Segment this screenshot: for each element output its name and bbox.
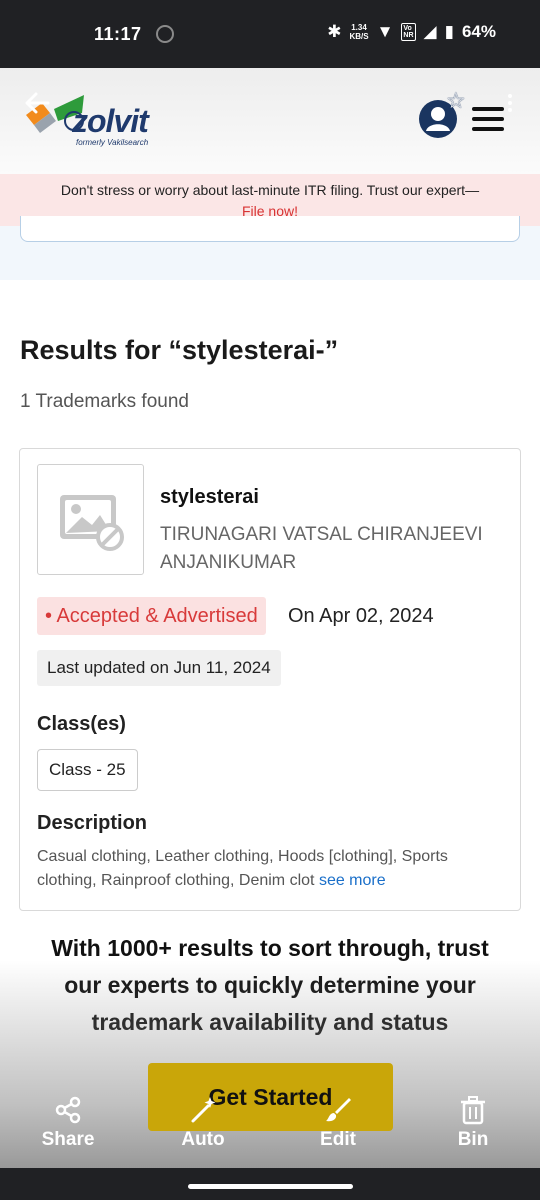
star-icon: ☆ (446, 88, 466, 113)
banner-text: Don't stress or worry about last-minute … (60, 182, 480, 198)
bin-button[interactable]: Bin (433, 1095, 513, 1151)
trademark-name: stylesterai (160, 486, 259, 508)
results-count: 1 Trademarks found (20, 391, 189, 412)
status-badge: • Accepted & Advertised (37, 597, 266, 635)
app-header: zolvit formerly Vakilsearch (0, 68, 540, 174)
trademark-owner: TIRUNAGARI VATSAL CHIRANJEEVI ANJANIKUMA… (160, 524, 483, 573)
network-speed: 1.34 KB/S (349, 23, 369, 41)
share-label: Share (41, 1129, 95, 1150)
volte-icon: Vo NR (401, 23, 416, 41)
screenshot-toolbar: Share Auto Edit Bin (0, 1095, 540, 1167)
share-button[interactable]: Share (28, 1095, 108, 1151)
brush-icon (326, 1098, 351, 1122)
signal-icon: ◢ (423, 22, 437, 41)
logo-text: zolvit (72, 103, 149, 139)
search-box-edge[interactable] (20, 216, 520, 242)
home-gesture-handle[interactable] (188, 1184, 353, 1189)
share-icon (55, 1096, 81, 1124)
logo-subtitle: formerly Vakilsearch (76, 138, 149, 147)
edit-label: Edit (320, 1129, 356, 1150)
description-heading: Description (37, 812, 148, 834)
bin-label: Bin (457, 1129, 489, 1150)
trademark-image-placeholder (37, 464, 144, 575)
class-chip: Class - 25 (37, 749, 138, 791)
hamburger-menu-icon[interactable] (472, 107, 504, 131)
wifi-icon: ▼ (376, 22, 394, 41)
battery-icon: ▮ (444, 22, 454, 41)
status-date: On Apr 02, 2024 (288, 605, 434, 627)
battery-percent: 64% (461, 22, 496, 41)
see-more-link[interactable]: see more (319, 872, 386, 889)
whatsapp-icon (156, 25, 174, 43)
image-placeholder-icon (60, 495, 124, 551)
search-area (0, 216, 540, 280)
magic-wand-icon (191, 1097, 216, 1123)
status-bar: 11:17 ✱ 1.34 KB/S ▼ Vo NR ◢ ▮ 64% (0, 0, 540, 68)
status-icons: ✱ 1.34 KB/S ▼ Vo NR ◢ ▮ 64% (327, 22, 496, 42)
system-nav-bar (0, 1168, 540, 1200)
back-arrow-icon[interactable] (24, 92, 50, 114)
auto-label: Auto (181, 1129, 225, 1150)
trademark-card[interactable]: stylesterai TIRUNAGARI VATSAL CHIRANJEEV… (19, 448, 521, 911)
overflow-dots-icon[interactable] (508, 94, 513, 115)
last-updated-badge: Last updated on Jun 11, 2024 (37, 650, 281, 686)
description-text: Casual clothing, Leather clothing, Hoods… (37, 845, 507, 893)
status-time: 11:17 (94, 24, 142, 44)
bluetooth-icon: ✱ (327, 22, 342, 41)
edit-button[interactable]: Edit (298, 1095, 378, 1151)
auto-button[interactable]: Auto (163, 1095, 243, 1151)
classes-heading: Class(es) (37, 713, 126, 735)
results-title: Results for “stylesterai-” (20, 335, 339, 365)
description-body: Casual clothing, Leather clothing, Hoods… (37, 848, 448, 889)
trash-icon (461, 1096, 485, 1125)
